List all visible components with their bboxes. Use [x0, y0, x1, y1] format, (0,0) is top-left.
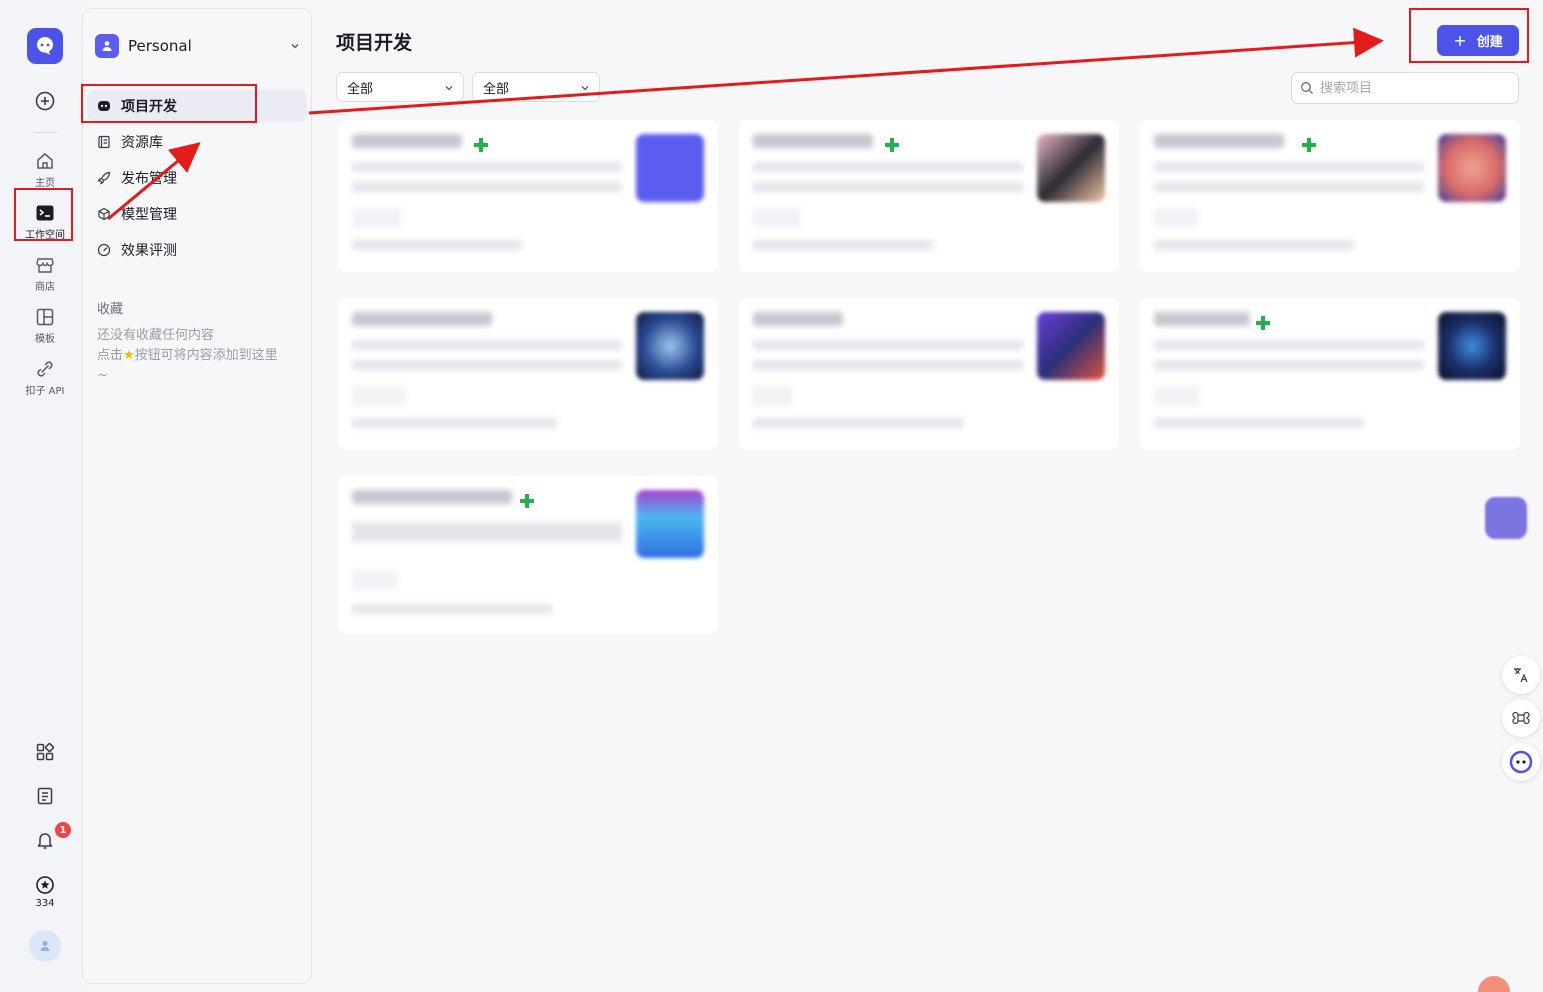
- favorites-empty-line: 还没有收藏任何内容: [97, 328, 215, 343]
- favorites-empty-suffix: 按钮可将内容添加到这里: [134, 348, 278, 363]
- search-box[interactable]: [1291, 72, 1519, 104]
- rocket-icon: [97, 171, 111, 185]
- create-plus-button[interactable]: [20, 90, 70, 112]
- project-avatar: [636, 490, 704, 558]
- space-avatar-icon: [95, 34, 119, 58]
- rail-item-label: 主页: [35, 178, 55, 189]
- floating-assistant-icon[interactable]: [1485, 497, 1527, 539]
- chevron-down-icon: [581, 86, 589, 91]
- project-avatar: [636, 134, 704, 202]
- project-avatar: [1037, 134, 1105, 202]
- published-badge-icon: [885, 138, 899, 152]
- nav-label: 项目开发: [121, 99, 177, 115]
- robot-icon: [98, 101, 110, 111]
- nav-publish[interactable]: 发布管理: [87, 162, 307, 194]
- notification-badge: 1: [55, 822, 71, 838]
- favorites-empty-text: 还没有收藏任何内容 点击★按钮可将内容添加到这里 ~: [97, 326, 303, 386]
- space-selector[interactable]: Personal: [95, 31, 301, 61]
- shortcut-button[interactable]: [1502, 699, 1540, 737]
- user-avatar[interactable]: [29, 930, 61, 962]
- project-avatar: [1438, 134, 1506, 202]
- plus-icon: +: [1453, 31, 1467, 50]
- nav-models[interactable]: 模型管理: [87, 198, 307, 230]
- create-button[interactable]: + 创建: [1437, 25, 1519, 56]
- nav-library[interactable]: 资源库: [87, 126, 307, 158]
- project-card[interactable]: [1140, 298, 1520, 450]
- select-value: 全部: [347, 81, 374, 97]
- api-icon: [37, 361, 53, 377]
- nav-label: 发布管理: [121, 171, 177, 187]
- chevron-down-icon: [445, 86, 453, 91]
- nav-project-dev[interactable]: 项目开发: [87, 90, 307, 122]
- project-card[interactable]: [1140, 120, 1520, 272]
- rail-item-store[interactable]: 商店: [20, 255, 70, 293]
- favorites-empty-line: ~: [97, 368, 108, 383]
- project-card[interactable]: [338, 476, 718, 634]
- page-title: 项目开发: [336, 32, 413, 54]
- select-value: 全部: [483, 81, 510, 97]
- search-input[interactable]: [1320, 80, 1500, 96]
- apps-grid-icon: [36, 742, 55, 761]
- published-badge-icon: [1302, 138, 1316, 152]
- workspace-panel: Personal 项目开发 资源库 发布管理 模型管理 效果评测 收藏 还没有收…: [82, 8, 312, 984]
- space-name: Personal: [128, 37, 192, 55]
- assistant-face-icon: [1509, 750, 1533, 774]
- main-content: 项目开发 + 创建 全部 全部: [312, 0, 1543, 992]
- project-card[interactable]: [739, 120, 1119, 272]
- rail-item-label: 工作空间: [25, 230, 65, 241]
- project-avatar: [1037, 312, 1105, 380]
- nav-label: 资源库: [121, 135, 163, 151]
- rail-item-template[interactable]: 模板: [20, 307, 70, 345]
- type-filter-select[interactable]: 全部: [336, 72, 464, 102]
- gauge-icon: [97, 243, 111, 257]
- project-card[interactable]: [338, 298, 718, 450]
- rail-item-api[interactable]: 扣子 API: [20, 359, 70, 397]
- project-avatar: [1438, 312, 1506, 380]
- published-badge-icon: [474, 138, 488, 152]
- published-badge-icon: [520, 494, 534, 508]
- library-icon: [98, 135, 110, 149]
- star-badge-icon: [36, 876, 54, 894]
- document-icon: [37, 787, 53, 805]
- project-avatar: [636, 312, 704, 380]
- favorites-title: 收藏: [97, 302, 124, 317]
- template-icon: [36, 308, 54, 326]
- translate-button[interactable]: [1502, 656, 1540, 694]
- user-icon: [40, 941, 50, 951]
- rail-item-workspace[interactable]: 工作空间: [20, 203, 70, 241]
- docs-button[interactable]: [20, 786, 70, 806]
- model-cube-icon: [98, 207, 110, 221]
- rail-item-label: 商店: [35, 282, 55, 293]
- points-count: 334: [35, 898, 55, 909]
- project-card[interactable]: [338, 120, 718, 272]
- favorites-empty-prefix: 点击: [97, 348, 124, 363]
- status-filter-select[interactable]: 全部: [472, 72, 600, 102]
- rail-item-home[interactable]: 主页: [20, 151, 70, 189]
- assistant-button[interactable]: [1502, 743, 1540, 781]
- chevron-down-icon: [291, 44, 299, 49]
- icon-rail: 主页 工作空间 商店 模板 扣子 API 1 334: [0, 0, 82, 992]
- star-icon: ★: [123, 348, 135, 363]
- store-icon: [36, 258, 54, 273]
- project-card[interactable]: [739, 298, 1119, 450]
- nav-label: 效果评测: [121, 243, 177, 259]
- bell-icon: [37, 833, 53, 849]
- nav-label: 模型管理: [121, 207, 177, 223]
- create-button-label: 创建: [1476, 35, 1503, 50]
- search-icon: [1301, 82, 1313, 94]
- command-icon: [1512, 711, 1530, 725]
- translate-icon: [1514, 668, 1528, 683]
- favorites-empty-line: 点击★按钮可将内容添加到这里: [97, 346, 303, 366]
- nav-evaluation[interactable]: 效果评测: [87, 234, 307, 266]
- rail-item-label: 扣子 API: [25, 386, 65, 397]
- points-button[interactable]: 334: [20, 875, 70, 909]
- plus-circle-icon: [35, 91, 55, 111]
- published-badge-icon: [1256, 316, 1270, 330]
- apps-grid-button[interactable]: [20, 742, 70, 762]
- home-icon: [37, 153, 53, 169]
- workspace-icon: [36, 205, 54, 221]
- rail-item-label: 模板: [35, 334, 55, 345]
- rail-divider: [33, 132, 57, 133]
- app-logo-icon[interactable]: [27, 28, 63, 64]
